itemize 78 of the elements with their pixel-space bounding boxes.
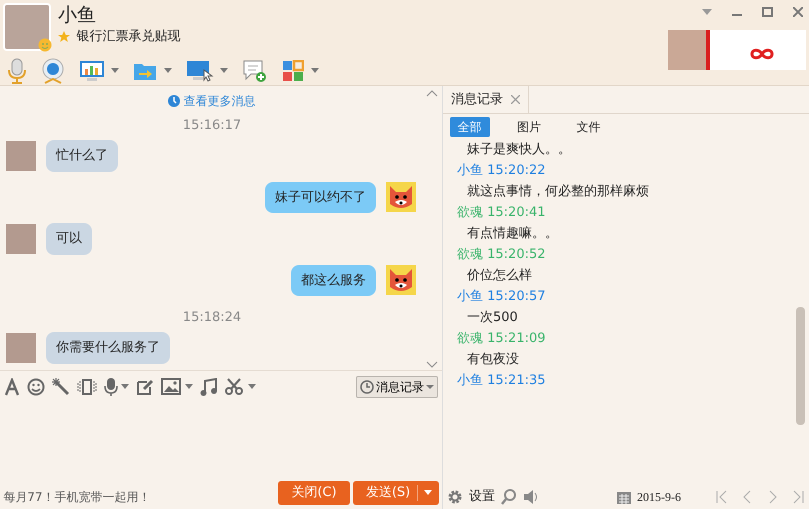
star-icon	[58, 31, 70, 43]
avatar-photo	[6, 332, 36, 363]
app-grid-icon[interactable]	[282, 60, 304, 82]
avatar-photo	[6, 224, 36, 254]
music-note-icon[interactable]	[200, 378, 218, 396]
next-icon[interactable]	[767, 490, 779, 504]
edit-icon[interactable]	[136, 378, 154, 396]
message-bubble: 都这么服务	[291, 264, 376, 296]
smiley-badge-icon	[38, 38, 52, 52]
webcam-icon[interactable]	[40, 58, 64, 84]
history-message: 就这点事情，何必整的那样麻烦	[466, 183, 650, 202]
filter-tab[interactable]: 图片	[509, 117, 549, 138]
scissors-icon[interactable]	[224, 378, 244, 396]
filter-tab[interactable]: 文件	[568, 117, 608, 138]
scroll-up-icon[interactable]	[426, 90, 438, 97]
smiley-icon[interactable]	[27, 378, 45, 396]
settings-label[interactable]: 设置	[469, 487, 495, 507]
speaker-icon[interactable]	[523, 489, 539, 505]
message-bubble: 忙什么了	[46, 140, 118, 172]
contact-signature: 银行汇票承兑贴现	[76, 28, 180, 46]
last-page-icon[interactable]	[793, 490, 805, 504]
settings-icon[interactable]	[447, 489, 463, 505]
history-message: 妹子是爽快人。。	[466, 141, 572, 160]
caret-icon[interactable]	[184, 384, 192, 389]
caret-icon[interactable]	[220, 68, 228, 74]
history-message: 有点情趣嘛。。	[466, 225, 559, 244]
history-entry-header: 欲魂 15:20:41	[457, 204, 547, 222]
clock-icon	[168, 95, 180, 107]
history-button[interactable]: 消息记录	[356, 376, 438, 398]
caret-icon[interactable]	[310, 68, 318, 74]
microphone-icon[interactable]	[104, 376, 118, 396]
scrollbar-thumb[interactable]	[796, 307, 805, 426]
chat-add-icon[interactable]	[242, 58, 268, 83]
microphone-icon[interactable]	[6, 58, 26, 84]
history-tab[interactable]: 消息记录	[443, 86, 529, 113]
calendar-icon[interactable]	[617, 490, 631, 504]
dropdown-icon[interactable]	[702, 8, 712, 14]
filter-tab[interactable]: 全部	[450, 117, 490, 138]
close-icon[interactable]	[511, 95, 520, 104]
avatar-photo	[6, 140, 36, 171]
caret-icon[interactable]	[111, 68, 119, 74]
history-entry-header: 欲魂 15:20:52	[457, 246, 547, 264]
photo-placeholder	[668, 30, 710, 70]
bar-chart-screen-icon[interactable]	[78, 60, 104, 82]
date-label: 2015-9-6	[637, 489, 681, 506]
monitor-cursor-icon[interactable]	[186, 60, 214, 82]
history-message: 一次500	[466, 309, 519, 328]
message-time: 15:18:24	[182, 309, 242, 327]
search-icon[interactable]	[501, 489, 517, 505]
history-entry-header: 小鱼 15:21:35	[457, 372, 547, 390]
magic-wand-icon[interactable]	[52, 378, 70, 396]
fox-avatar-icon	[386, 182, 416, 212]
ad-text[interactable]: 每月77！手机宽带一起用！	[3, 488, 151, 506]
infinity-logo-icon	[750, 48, 774, 60]
history-entry-header: 欲魂 15:21:09	[457, 330, 547, 348]
ad-banner[interactable]	[668, 30, 806, 70]
first-page-icon[interactable]	[715, 490, 727, 504]
message-bubble: 你需要什么服务了	[46, 332, 170, 364]
fox-avatar-icon	[386, 265, 416, 296]
close-icon[interactable]	[792, 6, 802, 16]
vibrate-icon[interactable]	[77, 378, 97, 396]
previous-icon[interactable]	[741, 490, 753, 504]
font-icon[interactable]	[4, 378, 20, 396]
caret-icon[interactable]	[164, 68, 172, 74]
clock-icon	[360, 380, 374, 394]
scroll-down-icon[interactable]	[426, 361, 438, 368]
maximize-icon[interactable]	[762, 6, 772, 16]
history-message: 价位怎么样	[466, 267, 533, 286]
message-bubble: 妹子可以约不了	[265, 182, 376, 213]
history-entry-header: 小鱼 15:20:57	[457, 288, 547, 306]
contact-name: 小鱼	[58, 3, 97, 28]
caret-icon[interactable]	[248, 384, 256, 389]
message-time: 15:16:17	[182, 117, 242, 135]
history-entry-header: 小鱼 15:20:22	[457, 162, 547, 180]
message-bubble: 可以	[46, 223, 92, 254]
image-icon[interactable]	[161, 378, 182, 395]
caret-icon[interactable]	[121, 384, 130, 389]
history-message: 有包夜没	[466, 351, 520, 370]
